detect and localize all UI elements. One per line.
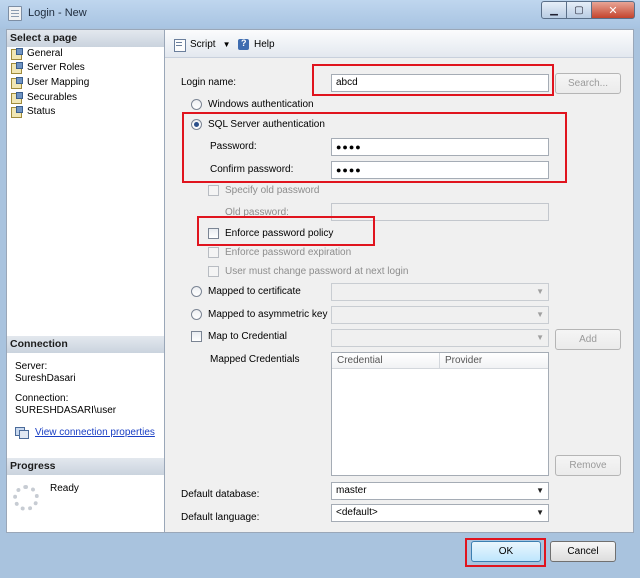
connection-value: SURESHDASARI\user (15, 405, 117, 416)
windows-auth-radio[interactable] (191, 99, 202, 110)
grid-header-provider[interactable]: Provider (440, 353, 548, 369)
page-item-label: General (27, 47, 63, 59)
chevron-down-icon: ▼ (536, 508, 544, 517)
ok-button[interactable]: OK (471, 541, 541, 562)
page-item-label: Securables (27, 91, 78, 103)
specify-old-password-label: Specify old password (225, 185, 320, 196)
mapped-credentials-label: Mapped Credentials (210, 354, 300, 365)
default-database-value: master (336, 485, 367, 496)
progress-status: Ready (50, 483, 79, 494)
help-button[interactable]: Help (237, 37, 275, 51)
page-icon (11, 105, 23, 118)
add-button[interactable]: Add (555, 329, 621, 350)
maximize-icon: ▢ (574, 4, 584, 16)
enforce-expiration-checkbox[interactable] (208, 247, 219, 258)
default-database-select[interactable]: master ▼ (331, 482, 549, 500)
page-item-general[interactable]: General (11, 46, 63, 60)
sql-auth-label: SQL Server authentication (208, 119, 325, 130)
progress-header: Progress (7, 458, 164, 475)
script-label: Script (190, 38, 216, 50)
minimize-icon: ▁ (550, 4, 558, 16)
mapped-asymmetric-radio[interactable] (191, 309, 202, 320)
password-label: Password: (210, 141, 257, 152)
mapped-credentials-grid[interactable]: Credential Provider (331, 352, 549, 476)
enforce-policy-checkbox[interactable] (208, 228, 219, 239)
remove-button[interactable]: Remove (555, 455, 621, 476)
help-icon (237, 38, 251, 51)
default-database-label: Default database: (181, 489, 260, 500)
enforce-expiration-label: Enforce password expiration (225, 247, 352, 258)
login-name-label: Login name: (181, 77, 237, 88)
script-icon (173, 38, 187, 52)
default-language-label: Default language: (181, 512, 260, 523)
window-title: Login - New (28, 7, 87, 19)
select-page-header: Select a page (7, 30, 164, 47)
close-icon: ✕ (608, 4, 618, 17)
grid-header-credential[interactable]: Credential (332, 353, 440, 369)
server-label: Server: (15, 361, 48, 372)
highlight-login-name (312, 64, 554, 96)
chevron-down-icon: ▼ (536, 333, 544, 342)
page-item-label: Status (27, 105, 56, 117)
enforce-policy-label: Enforce password policy (225, 228, 334, 239)
connection-header: Connection (7, 336, 164, 353)
confirm-password-input[interactable]: ●●●● (331, 161, 549, 179)
connection-label: Connection: (15, 393, 69, 404)
page-item-status[interactable]: Status (11, 104, 55, 118)
specify-old-password-checkbox[interactable] (208, 185, 219, 196)
page-item-label: Server Roles (27, 61, 85, 73)
windows-auth-label: Windows authentication (208, 99, 314, 110)
script-button[interactable]: Script ▼ (173, 37, 231, 52)
window-icon (8, 6, 22, 21)
left-pane: Select a page General Server Roles User … (6, 29, 165, 533)
page-icon (11, 61, 23, 74)
chevron-down-icon: ▼ (536, 486, 544, 495)
sql-auth-radio[interactable] (191, 119, 202, 130)
password-input[interactable]: ●●●● (331, 138, 549, 156)
toolbar (165, 30, 633, 58)
must-change-label: User must change password at next login (225, 266, 409, 277)
mapped-asymmetric-label: Mapped to asymmetric key (208, 309, 328, 320)
must-change-checkbox[interactable] (208, 266, 219, 277)
minimize-button[interactable]: ▁ (541, 1, 567, 19)
page-item-user-mapping[interactable]: User Mapping (11, 75, 89, 89)
page-icon (11, 91, 23, 104)
page-icon (11, 76, 23, 89)
server-value: SureshDasari (15, 373, 76, 384)
default-language-select[interactable]: <default> ▼ (331, 504, 549, 522)
credential-select[interactable]: ▼ (331, 329, 549, 347)
certificate-select[interactable]: ▼ (331, 283, 549, 301)
page-item-securables[interactable]: Securables (11, 90, 77, 104)
progress-spinner-icon (13, 485, 39, 511)
mapped-certificate-radio[interactable] (191, 286, 202, 297)
connection-properties-icon (15, 426, 29, 439)
map-credential-label: Map to Credential (208, 331, 287, 342)
page-item-server-roles[interactable]: Server Roles (11, 60, 85, 74)
search-button[interactable]: Search... (555, 73, 621, 94)
maximize-button[interactable]: ▢ (566, 1, 592, 19)
page-icon (11, 47, 23, 60)
chevron-down-icon: ▼ (536, 310, 544, 319)
mapped-certificate-label: Mapped to certificate (208, 286, 301, 297)
default-language-value: <default> (336, 507, 378, 518)
chevron-down-icon: ▼ (536, 287, 544, 296)
help-label: Help (254, 38, 275, 50)
map-credential-checkbox[interactable] (191, 331, 202, 342)
asymmetric-key-select[interactable]: ▼ (331, 306, 549, 324)
cancel-button[interactable]: Cancel (550, 541, 616, 562)
close-button[interactable]: ✕ (591, 1, 635, 19)
confirm-password-label: Confirm password: (210, 164, 294, 175)
view-connection-properties-link[interactable]: View connection properties (35, 427, 155, 439)
page-item-label: User Mapping (27, 76, 90, 88)
chevron-down-icon[interactable]: ▼ (223, 40, 231, 49)
